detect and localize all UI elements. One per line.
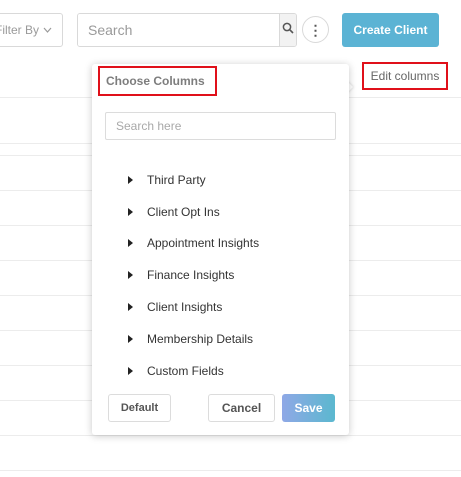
caret-right-icon <box>128 303 133 312</box>
search-icon <box>282 21 294 39</box>
column-group-label: Membership Details <box>147 331 254 346</box>
column-group-appointment-insights[interactable]: Appointment Insights <box>92 228 349 260</box>
filter-by-label: Filter By <box>0 23 39 37</box>
caret-right-icon <box>128 334 133 343</box>
column-group-finance-insights[interactable]: Finance Insights <box>92 259 349 291</box>
more-vertical-icon: ⋮ <box>308 21 323 38</box>
column-group-client-opt-ins[interactable]: Client Opt Ins <box>92 196 349 228</box>
cancel-button[interactable]: Cancel <box>208 394 275 422</box>
caret-right-icon <box>128 207 133 216</box>
column-group-custom-fields[interactable]: Custom Fields <box>92 355 349 387</box>
column-group-label: Client Opt Ins <box>147 204 220 219</box>
search-box <box>77 13 297 47</box>
caret-right-icon <box>128 271 133 280</box>
column-group-label: Client Insights <box>147 300 223 315</box>
column-group-label: Custom Fields <box>147 363 224 378</box>
search-button[interactable] <box>279 14 296 46</box>
column-group-label: Third Party <box>147 172 206 187</box>
caret-right-icon <box>128 366 133 375</box>
edit-columns-button[interactable]: Edit columns <box>362 62 448 90</box>
choose-columns-title: Choose Columns <box>98 66 217 96</box>
table-divider <box>0 470 461 471</box>
column-search-input[interactable] <box>105 112 336 140</box>
save-button[interactable]: Save <box>282 394 335 422</box>
table-divider <box>0 435 461 436</box>
default-button[interactable]: Default <box>108 394 171 422</box>
client-list-page: Filter By ⋮ Create Client Edit columns C… <box>0 0 461 477</box>
column-group-third-party[interactable]: Third Party <box>92 164 349 196</box>
caret-right-icon <box>128 239 133 248</box>
column-group-list: Third Party Client Opt Ins Appointment I… <box>92 164 349 387</box>
chevron-down-icon <box>43 25 52 36</box>
create-client-button[interactable]: Create Client <box>342 13 439 47</box>
filter-by-dropdown[interactable]: Filter By <box>0 13 63 47</box>
column-group-membership-details[interactable]: Membership Details <box>92 323 349 355</box>
more-options-button[interactable]: ⋮ <box>302 16 329 43</box>
search-input[interactable] <box>78 14 279 46</box>
column-group-client-insights[interactable]: Client Insights <box>92 291 349 323</box>
choose-columns-popover: Choose Columns Third Party Client Opt In… <box>92 64 349 435</box>
column-group-label: Appointment Insights <box>147 236 260 251</box>
column-group-label: Finance Insights <box>147 268 235 283</box>
caret-right-icon <box>128 175 133 184</box>
